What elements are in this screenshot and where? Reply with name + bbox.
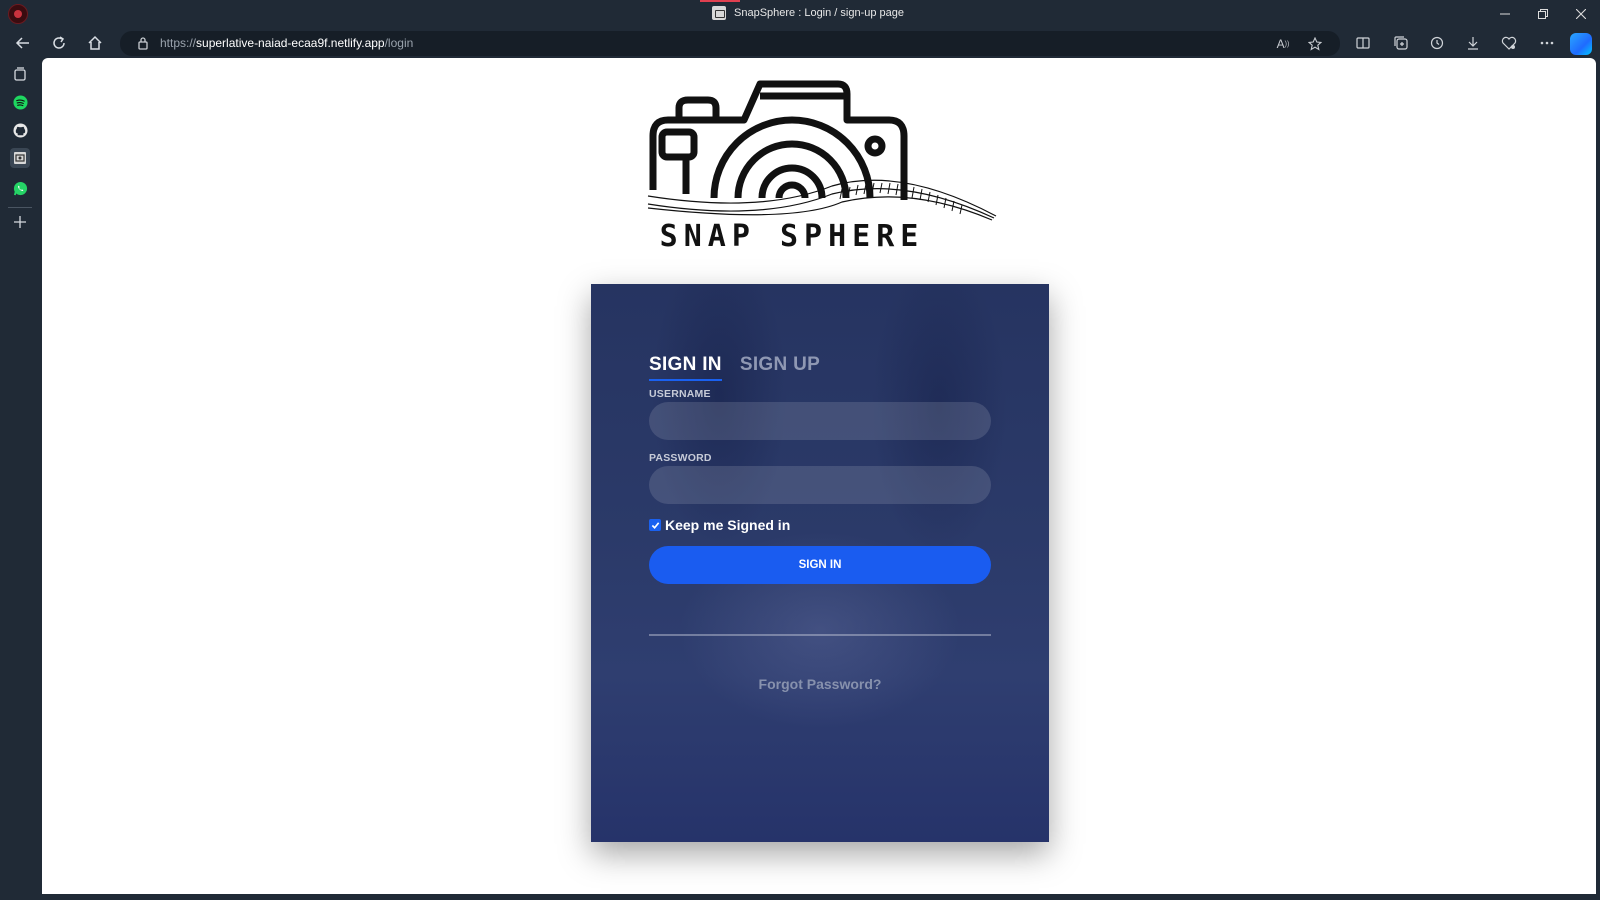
browser-sidebar	[0, 58, 42, 900]
username-label: USERNAME	[649, 388, 711, 400]
address-bar[interactable]: https://superlative-naiad-ecaa9f.netlify…	[120, 31, 1340, 56]
tab-indicator	[700, 0, 740, 2]
window-controls	[1486, 0, 1600, 28]
page-viewport: SNAP SPHERE SIGN IN SIGN UP USERNAME PAS…	[42, 58, 1596, 894]
page-favicon-icon	[712, 6, 726, 20]
login-card: SIGN IN SIGN UP USERNAME PASSWORD Keep m…	[591, 284, 1049, 842]
window-bottom-edge	[42, 894, 1596, 900]
split-screen-icon[interactable]	[1350, 31, 1376, 55]
sidebar-separator	[8, 207, 32, 208]
home-button[interactable]	[82, 31, 108, 55]
forgot-password-link[interactable]: Forgot Password?	[591, 676, 1049, 692]
title-bar: SnapSphere : Login / sign-up page	[0, 0, 1600, 28]
read-aloud-icon[interactable]: A))	[1274, 35, 1292, 53]
password-label: PASSWORD	[649, 452, 712, 464]
restore-button[interactable]	[1524, 0, 1562, 28]
logo-text: SNAP SPHERE	[660, 219, 925, 252]
history-icon[interactable]	[1424, 31, 1450, 55]
more-options-icon[interactable]	[1534, 31, 1560, 55]
collections-icon[interactable]	[1388, 31, 1414, 55]
navigation-bar: https://superlative-naiad-ecaa9f.netlify…	[0, 28, 1600, 58]
back-arrow-icon	[15, 37, 29, 49]
favorite-star-icon[interactable]	[1306, 35, 1324, 53]
sign-in-button[interactable]: SIGN IN	[649, 546, 991, 584]
auth-tabs: SIGN IN SIGN UP	[649, 354, 820, 381]
home-icon	[88, 35, 102, 50]
spotify-icon[interactable]	[10, 92, 30, 112]
back-button[interactable]	[10, 31, 36, 55]
tab-sign-up[interactable]: SIGN UP	[740, 354, 820, 381]
url-text[interactable]: https://superlative-naiad-ecaa9f.netlify…	[160, 36, 413, 50]
url-host: superlative-naiad-ecaa9f.netlify.app	[196, 36, 385, 50]
github-icon[interactable]	[10, 120, 30, 140]
snapsphere-tab-icon[interactable]	[10, 148, 30, 168]
url-path: /login	[384, 36, 414, 50]
checkmark-icon	[651, 521, 659, 529]
refresh-icon	[53, 36, 65, 49]
browser-essentials-icon[interactable]	[1496, 31, 1522, 55]
window-title-group: SnapSphere : Login / sign-up page	[712, 6, 904, 20]
whatsapp-icon[interactable]	[10, 178, 30, 198]
password-input[interactable]	[649, 466, 991, 504]
add-icon[interactable]	[10, 212, 30, 232]
refresh-button[interactable]	[46, 31, 72, 55]
username-input[interactable]	[649, 402, 991, 440]
browser-profile-icon[interactable]	[8, 4, 28, 24]
keep-signed-in-checkbox[interactable]	[649, 519, 661, 531]
close-button[interactable]	[1562, 0, 1600, 28]
tab-sign-in[interactable]: SIGN IN	[649, 354, 722, 381]
url-protocol: https://	[160, 36, 197, 50]
tabs-icon[interactable]	[10, 64, 30, 84]
window-title: SnapSphere : Login / sign-up page	[734, 7, 905, 19]
copilot-icon[interactable]	[1570, 33, 1592, 55]
keep-signed-in-row: Keep me Signed in	[649, 517, 790, 533]
form-divider	[649, 634, 991, 636]
downloads-icon[interactable]	[1460, 31, 1486, 55]
minimize-button[interactable]	[1486, 0, 1524, 28]
lock-icon[interactable]	[136, 36, 150, 50]
snapsphere-logo: SNAP SPHERE	[647, 80, 997, 252]
keep-signed-in-label[interactable]: Keep me Signed in	[665, 517, 790, 533]
